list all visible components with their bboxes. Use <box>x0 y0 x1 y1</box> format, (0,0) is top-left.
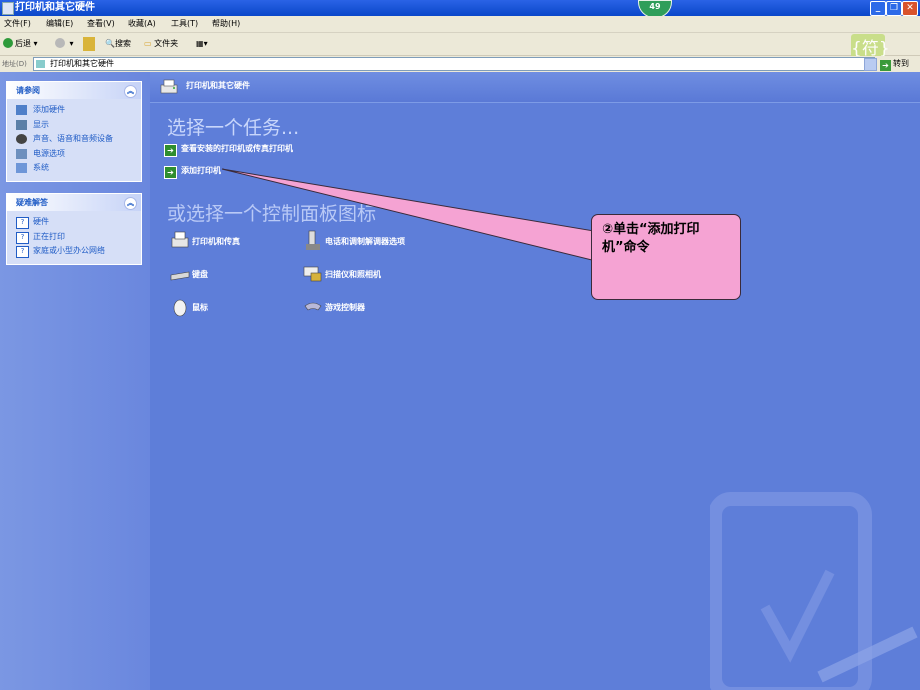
link-system[interactable]: 系统 <box>7 161 141 176</box>
menu-help[interactable]: 帮助(H) <box>212 18 240 29</box>
close-button[interactable]: ✕ <box>902 1 918 16</box>
maximize-button[interactable]: ❐ <box>886 1 902 16</box>
search-icon: 🔍 <box>105 39 115 48</box>
see-also-panel: 请参阅 ︽ 添加硬件 显示 声音、语音和音频设备 电源选项 系统 <box>6 81 142 182</box>
title-bar: 打印机和其它硬件 49 _ ❐ ✕ <box>0 0 920 18</box>
task-pane: 请参阅 ︽ 添加硬件 显示 声音、语音和音频设备 电源选项 系统 疑难解答 ︽ … <box>0 72 150 690</box>
add-hardware-icon <box>16 105 27 115</box>
minimize-button[interactable]: _ <box>870 1 886 16</box>
menu-tools[interactable]: 工具(T) <box>171 18 198 29</box>
printer-icon <box>171 231 189 248</box>
cp-printers-faxes[interactable]: 打印机和传真 <box>171 231 240 248</box>
back-arrow-icon <box>3 38 13 48</box>
phone-modem-icon <box>306 230 320 250</box>
checklist-watermark-icon <box>710 492 918 690</box>
search-button[interactable]: 🔍搜索 <box>105 37 131 51</box>
forward-button[interactable]: ▾ <box>55 37 74 51</box>
help-icon: ? <box>16 246 29 258</box>
back-label: 后退 <box>15 39 31 48</box>
task-heading: 选择一个任务... <box>167 117 300 139</box>
see-also-title: 请参阅 <box>16 86 40 95</box>
callout-annotation: ②单击“添加打印机”命令 <box>591 214 741 300</box>
up-folder-icon[interactable] <box>83 37 95 51</box>
menu-edit[interactable]: 编辑(E) <box>46 18 73 29</box>
game-controller-icon <box>304 302 322 311</box>
maximize-icon: ❐ <box>889 3 899 13</box>
troubleshoot-header[interactable]: 疑难解答 ︽ <box>7 194 141 211</box>
address-dropdown-button[interactable] <box>864 58 877 71</box>
window-title: 打印机和其它硬件 <box>15 2 95 13</box>
cp-scanners-cameras[interactable]: 扫描仪和照相机 <box>303 266 381 282</box>
window-icon <box>2 2 14 15</box>
link-printing-help[interactable]: ? 正在打印 <box>7 230 141 245</box>
back-button[interactable]: 后退 ▾ <box>3 37 38 51</box>
troubleshoot-title: 疑难解答 <box>16 198 48 207</box>
go-label: 转到 <box>893 59 909 68</box>
go-arrow-icon: ➔ <box>880 60 891 71</box>
address-field[interactable]: 打印机和其它硬件 <box>33 57 875 71</box>
menu-view[interactable]: 查看(V) <box>87 18 115 29</box>
link-display[interactable]: 显示 <box>7 118 141 133</box>
collapse-chevron-icon[interactable]: ︽ <box>124 85 137 98</box>
power-icon <box>16 148 27 159</box>
views-button[interactable]: ▦▾ <box>196 37 208 51</box>
minimize-icon: _ <box>875 3 881 13</box>
green-arrow-icon: ➔ <box>164 166 177 179</box>
link-power-options[interactable]: 电源选项 <box>7 147 141 162</box>
keyboard-icon <box>170 271 190 281</box>
control-panel-heading: 或选择一个控制面板图标 <box>167 203 377 225</box>
menu-favorites[interactable]: 收藏(A) <box>128 18 156 29</box>
system-icon <box>16 163 27 173</box>
menu-bar: 文件(F) 编辑(E) 查看(V) 收藏(A) 工具(T) 帮助(H) <box>0 16 920 44</box>
address-folder-icon <box>36 60 45 68</box>
menu-file[interactable]: 文件(F) <box>4 18 31 29</box>
address-label: 地址(D) <box>2 60 27 68</box>
folder-icon: ▭ <box>144 39 152 48</box>
green-arrow-icon: ➔ <box>164 144 177 157</box>
task-view-printers[interactable]: ➔ 查看安装的打印机或传真打印机 <box>164 143 293 157</box>
link-network-help[interactable]: ? 家庭或小型办公网络 <box>7 244 141 259</box>
troubleshoot-panel: 疑难解答 ︽ ? 硬件 ? 正在打印 ? 家庭或小型办公网络 <box>6 193 142 265</box>
speaker-icon <box>16 134 27 144</box>
folders-label: 文件夹 <box>154 39 179 48</box>
scanner-camera-icon <box>303 266 322 282</box>
views-icon: ▦ <box>196 39 204 48</box>
address-bar: 地址(D) 打印机和其它硬件 ➔ 转到 <box>0 56 920 72</box>
cp-phone-modem[interactable]: 电话和调制解调器选项 <box>306 230 405 250</box>
help-icon: ? <box>16 231 29 244</box>
link-hardware-help[interactable]: ? 硬件 <box>7 215 141 230</box>
link-add-hardware[interactable]: 添加硬件 <box>7 103 141 118</box>
search-label: 搜索 <box>114 39 131 48</box>
content-header: 打印机和其它硬件 <box>150 72 920 103</box>
folders-button[interactable]: ▭ 文件夹 <box>144 37 178 51</box>
cp-keyboard[interactable]: 键盘 <box>170 269 208 281</box>
display-icon <box>16 119 27 130</box>
go-button[interactable]: ➔ 转到 <box>880 58 909 71</box>
close-icon: ✕ <box>906 3 914 13</box>
collapse-chevron-icon[interactable]: ︽ <box>124 197 137 210</box>
toolbar: 后退 ▾ ▾ 🔍搜索 ▭ 文件夹 ▦▾ <box>0 33 920 56</box>
main-content: 打印机和其它硬件 选择一个任务... ➔ 查看安装的打印机或传真打印机 ➔ 添加打印… <box>150 72 920 690</box>
cp-mouse[interactable]: 鼠标 <box>173 299 208 317</box>
content-header-title: 打印机和其它硬件 <box>186 81 250 90</box>
help-icon: ? <box>16 217 29 229</box>
printer-hardware-icon <box>160 79 178 94</box>
address-value: 打印机和其它硬件 <box>50 59 114 68</box>
forward-arrow-icon <box>55 38 65 48</box>
cp-game-controllers[interactable]: 游戏控制器 <box>304 302 365 314</box>
see-also-header[interactable]: 请参阅 ︽ <box>7 82 141 99</box>
link-sound-devices[interactable]: 声音、语音和音频设备 <box>7 132 141 147</box>
task-add-printer[interactable]: ➔ 添加打印机 <box>164 165 221 179</box>
mouse-icon <box>173 299 187 317</box>
